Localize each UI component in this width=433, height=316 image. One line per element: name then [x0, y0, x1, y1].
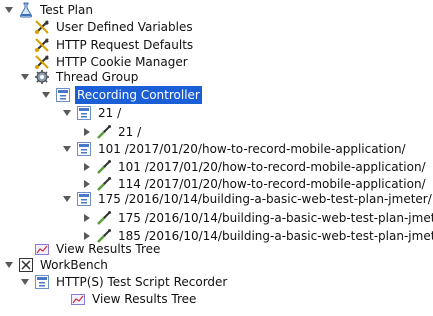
- tree-node[interactable]: 21 /: [81, 123, 143, 141]
- tree-node-label: Test Plan: [40, 3, 93, 17]
- controller-icon: [76, 141, 92, 157]
- graph-icon: [70, 291, 86, 307]
- expanded-toggle-icon[interactable]: [61, 140, 73, 158]
- tree-node-label: 101 /2017/01/20/how-to-record-mobile-app…: [98, 142, 406, 156]
- tree-node[interactable]: 175 /2016/10/14/building-a-basic-web-tes…: [61, 190, 433, 208]
- tree-node-label: 101 /2017/01/20/how-to-record-mobile-app…: [118, 160, 426, 174]
- tree-node-label: WorkBench: [40, 258, 108, 272]
- expanded-toggle-icon[interactable]: [61, 104, 73, 122]
- toggle-spacer: [19, 36, 31, 54]
- collapsed-toggle-icon[interactable]: [81, 209, 93, 227]
- tree-node-label: Thread Group: [56, 70, 139, 84]
- tree-node-label: HTTP Request Defaults: [56, 38, 194, 52]
- tree-node[interactable]: User Defined Variables: [19, 18, 195, 36]
- expanded-toggle-icon[interactable]: [3, 256, 15, 274]
- toggle-spacer: [55, 290, 67, 308]
- tree-node-label: View Results Tree: [92, 292, 197, 306]
- wrench-scissors-icon: [34, 37, 50, 53]
- tree-node[interactable]: 175 /2016/10/14/building-a-basic-web-tes…: [81, 209, 433, 227]
- pipette-icon: [96, 159, 112, 175]
- pipette-icon: [96, 210, 112, 226]
- tree-node-label: 21 /: [98, 106, 122, 120]
- graph-icon: [34, 241, 50, 257]
- tree-node[interactable]: 101 /2017/01/20/how-to-record-mobile-app…: [81, 158, 428, 176]
- tree-node[interactable]: 21 /: [61, 104, 123, 122]
- toggle-spacer: [19, 18, 31, 36]
- expanded-toggle-icon[interactable]: [40, 86, 52, 104]
- controller-icon: [55, 87, 71, 103]
- controller-icon: [34, 274, 50, 290]
- collapsed-toggle-icon[interactable]: [81, 158, 93, 176]
- wrench-scissors-icon: [34, 19, 50, 35]
- pipette-icon: [96, 124, 112, 140]
- expanded-toggle-icon[interactable]: [19, 273, 31, 291]
- tree-node-label: 175 /2016/10/14/building-a-basic-web-tes…: [118, 211, 433, 225]
- workbench-icon: [18, 257, 34, 273]
- flask-icon: [18, 2, 34, 18]
- tree-node[interactable]: Recording Controller: [40, 86, 202, 104]
- test-plan-tree: Test Plan User Defined Variables HTTP Requ…: [0, 0, 433, 316]
- tree-node[interactable]: WorkBench: [3, 256, 110, 274]
- tree-node-label: 185 /2016/10/14/building-a-basic-web-tes…: [118, 229, 433, 243]
- tree-node[interactable]: HTTP(S) Test Script Recorder: [19, 273, 229, 291]
- expanded-toggle-icon[interactable]: [61, 190, 73, 208]
- expanded-toggle-icon[interactable]: [19, 68, 31, 86]
- tree-node-label: 175 /2016/10/14/building-a-basic-web-tes…: [98, 192, 432, 206]
- tree-node-label: User Defined Variables: [56, 20, 193, 34]
- controller-icon: [76, 191, 92, 207]
- tree-node[interactable]: Thread Group: [19, 68, 140, 86]
- tree-node-label: 21 /: [118, 125, 142, 139]
- tree-node-label: HTTP(S) Test Script Recorder: [56, 275, 228, 289]
- controller-icon: [76, 105, 92, 121]
- collapsed-toggle-icon[interactable]: [81, 123, 93, 141]
- tree-node[interactable]: View Results Tree: [55, 290, 198, 308]
- gear-icon: [34, 69, 50, 85]
- tree-node-label: Recording Controller: [75, 86, 202, 104]
- tree-node[interactable]: 101 /2017/01/20/how-to-record-mobile-app…: [61, 140, 408, 158]
- tree-node[interactable]: Test Plan: [3, 1, 95, 19]
- tree-node[interactable]: HTTP Request Defaults: [19, 36, 195, 54]
- expanded-toggle-icon[interactable]: [3, 1, 15, 19]
